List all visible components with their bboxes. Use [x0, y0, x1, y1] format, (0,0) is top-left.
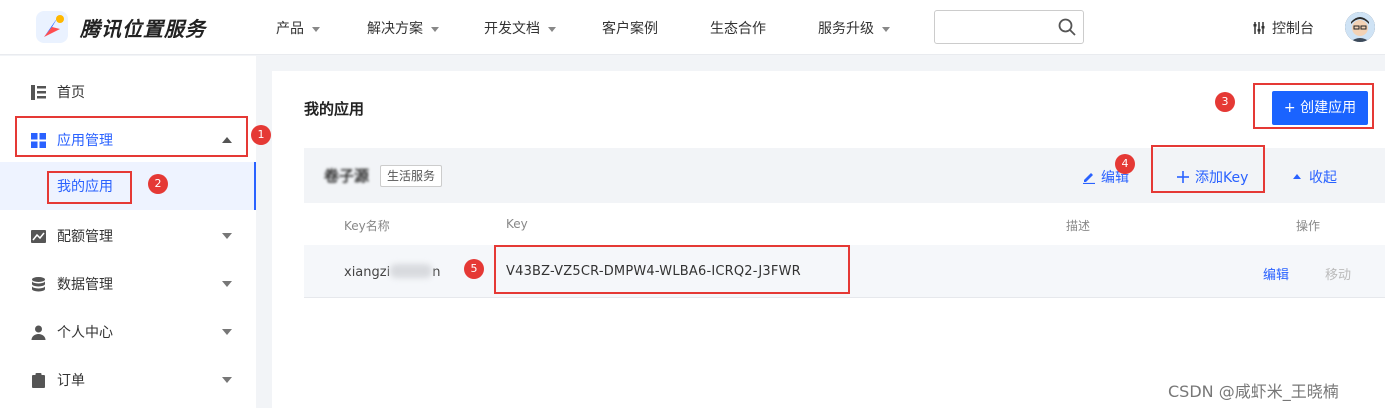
sidebar-item-home[interactable]: 首页 [0, 68, 256, 116]
sidebar-item-quota-management[interactable]: 配额管理 [0, 212, 256, 260]
search-box [934, 10, 1084, 44]
sidebar: 首页 应用管理 我的应用 配额管理 数据管理 个人中心 订单 [0, 56, 256, 408]
column-header-actions: 操作 [1296, 219, 1321, 233]
sidebar-item-data-management[interactable]: 数据管理 [0, 260, 256, 308]
column-header-key-name: Key名称 [344, 219, 390, 233]
brand-name[interactable]: 腾讯位置服务 [80, 13, 206, 42]
chevron-down-icon [222, 329, 232, 335]
nav-docs[interactable]: 开发文档 [484, 18, 556, 38]
chart-icon [31, 230, 46, 243]
annotation-box-create-app [1253, 83, 1374, 129]
app-category-tag: 生活服务 [380, 165, 443, 187]
main-panel: 我的应用 + 创建应用 卷子源 生活服务 编辑 添加Key 收起 Key名称 K… [272, 71, 1385, 408]
chevron-down-icon [431, 26, 439, 32]
nav-cases[interactable]: 客户案例 [602, 18, 658, 38]
chevron-down-icon [222, 233, 232, 239]
chevron-down-icon [312, 26, 320, 32]
annotation-box-app-management [15, 116, 248, 157]
app-name: 卷子源 [324, 167, 370, 185]
chevron-down-icon [548, 26, 556, 32]
row-edit-button[interactable]: 编辑 [1263, 264, 1289, 283]
annotation-badge: 4 [1115, 154, 1135, 174]
column-header-key: Key [506, 217, 528, 231]
sidebar-item-label: 订单 [57, 373, 85, 389]
row-move-button[interactable]: 移动 [1325, 264, 1351, 283]
watermark: CSDN @咸虾米_王晓楠 [1168, 382, 1339, 401]
annotation-badge: 2 [148, 174, 168, 194]
page-title: 我的应用 [304, 100, 365, 118]
top-header: 腾讯位置服务 产品 解决方案 开发文档 客户案例 生态合作 服务升级 控制台 [0, 0, 1385, 55]
annotation-box-add-key [1151, 145, 1265, 193]
clipboard-icon [32, 373, 45, 388]
chevron-down-icon [222, 377, 232, 383]
sidebar-item-label: 数据管理 [57, 277, 113, 293]
redaction-blur [390, 264, 433, 278]
nav-ecosystem[interactable]: 生态合作 [710, 18, 766, 38]
sidebar-item-personal-center[interactable]: 个人中心 [0, 308, 256, 356]
collapse-button[interactable]: 收起 [1290, 167, 1337, 187]
triangle-up-icon [1293, 174, 1301, 179]
sidebar-item-label: 配额管理 [57, 229, 113, 245]
pencil-icon [1083, 173, 1095, 184]
search-icon[interactable] [1057, 17, 1077, 37]
sidebar-item-label: 首页 [57, 85, 85, 101]
nav-solutions[interactable]: 解决方案 [367, 18, 439, 38]
annotation-box-key-value [494, 245, 850, 294]
search-input[interactable] [941, 17, 1051, 37]
avatar[interactable] [1345, 12, 1375, 42]
database-icon [32, 277, 45, 292]
chevron-down-icon [882, 26, 890, 32]
sidebar-item-orders[interactable]: 订单 [0, 356, 256, 404]
annotation-badge: 1 [251, 125, 271, 145]
nav-products[interactable]: 产品 [276, 18, 320, 38]
column-header-description: 描述 [1066, 219, 1091, 233]
user-icon [31, 325, 46, 340]
console-link[interactable]: 控制台 [1252, 18, 1314, 38]
annotation-badge: 5 [464, 259, 484, 279]
chevron-down-icon [222, 281, 232, 287]
annotation-box-my-apps [47, 171, 132, 204]
list-icon [31, 85, 46, 100]
annotation-badge: 3 [1215, 92, 1235, 112]
tencent-map-logo[interactable] [34, 9, 70, 45]
key-name-cell: xiangzi n [344, 264, 441, 280]
sidebar-item-label: 个人中心 [57, 325, 113, 341]
sliders-icon [1253, 22, 1265, 34]
nav-upgrade[interactable]: 服务升级 [818, 18, 890, 38]
